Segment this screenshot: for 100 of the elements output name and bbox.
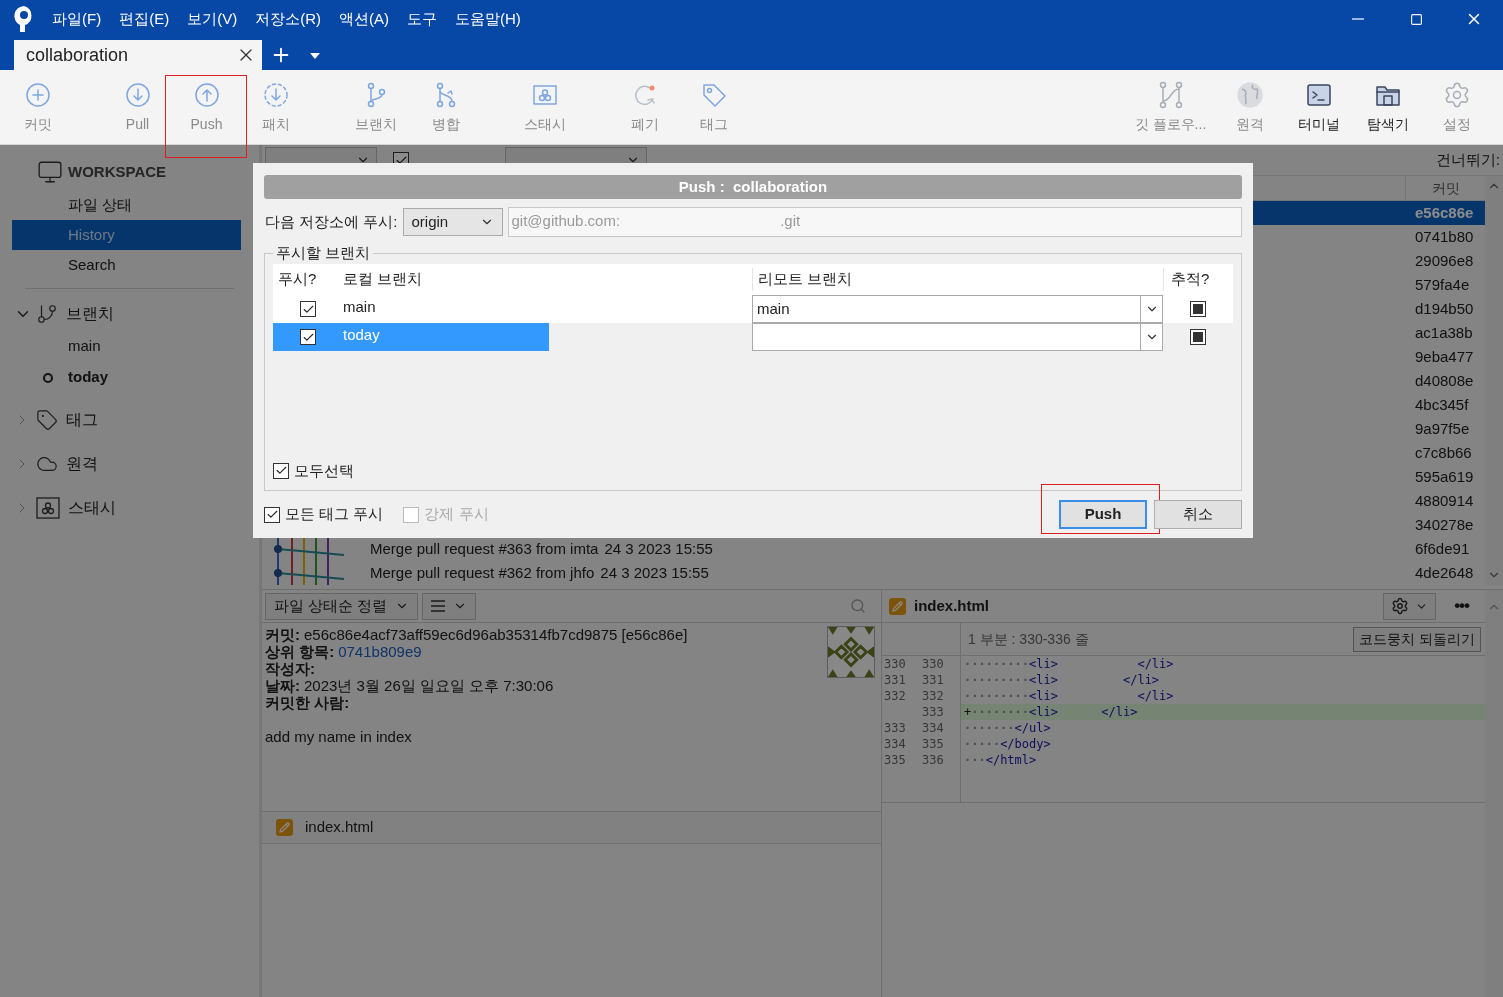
settings-dropdown[interactable] bbox=[1383, 592, 1437, 620]
dialog-title-bar: Push : collaboration bbox=[264, 175, 1242, 199]
branch-icon bbox=[36, 303, 58, 325]
settings-icon bbox=[1391, 597, 1410, 615]
commit-message: Merge pull request #363 from imta bbox=[370, 538, 599, 559]
maximize-icon bbox=[1409, 12, 1423, 26]
line-number: 334 bbox=[884, 737, 906, 751]
branch-row[interactable]: today bbox=[273, 323, 549, 351]
file-row[interactable]: index.html bbox=[262, 811, 881, 844]
sidebar-section[interactable]: 브랜치 bbox=[66, 302, 114, 326]
toolbar-button[interactable]: 탐색기 bbox=[1353, 70, 1422, 144]
commit-date: 24 3 2023 15:55 bbox=[600, 562, 709, 583]
avatar-icon bbox=[827, 626, 875, 678]
menu-item[interactable]: 저장소(R) bbox=[255, 7, 321, 31]
url-field[interactable]: git@github.com: .git bbox=[507, 207, 1242, 237]
scrollbar[interactable] bbox=[1485, 176, 1503, 585]
sidebar-section[interactable]: 스태시 bbox=[68, 496, 116, 520]
scrollbar[interactable] bbox=[1485, 590, 1503, 997]
detail-label: 커밋: bbox=[265, 626, 300, 643]
terminal-icon bbox=[1304, 81, 1333, 109]
menu-item[interactable]: 도구 bbox=[407, 7, 437, 31]
checkbox[interactable] bbox=[300, 301, 316, 317]
commit-hash: 9a97f5e bbox=[1414, 418, 1471, 439]
monitor-icon bbox=[37, 159, 63, 185]
commit-row[interactable]: Merge pull request #363 from imta 24 3 2023 15:55 6f6de91 bbox=[262, 537, 1485, 561]
line-number: 335 bbox=[884, 753, 906, 767]
checkbox[interactable] bbox=[273, 462, 289, 479]
column-header: 리모트 브랜치 bbox=[752, 268, 1163, 291]
sidebar-item[interactable]: Search bbox=[12, 250, 241, 280]
column-header: 추적? bbox=[1163, 268, 1232, 291]
checkbox[interactable] bbox=[300, 329, 316, 345]
repo-tab[interactable]: collaboration bbox=[14, 40, 262, 70]
list-icon bbox=[431, 600, 446, 612]
commit-row[interactable]: Merge pull request #362 from jhfo 24 3 2023 15:55 4de2648 bbox=[262, 561, 1485, 585]
up-arrow-circle-icon bbox=[192, 81, 221, 109]
commit-hash: 9eba477 bbox=[1414, 346, 1475, 367]
menu-item[interactable]: 액션(A) bbox=[339, 7, 389, 31]
minimize-icon bbox=[1352, 18, 1364, 20]
sidebar-section[interactable]: 태그 bbox=[66, 408, 98, 432]
more-button[interactable]: ••• bbox=[1454, 593, 1469, 619]
code-line: ·····</body> bbox=[963, 736, 1052, 752]
remote-select[interactable]: origin bbox=[402, 208, 503, 236]
remote-branch-select[interactable] bbox=[752, 323, 1163, 351]
sort-dropdown[interactable]: 파일 상태순 정렬 bbox=[265, 592, 419, 620]
branch-row[interactable]: main bbox=[273, 295, 549, 323]
line-number: 330 bbox=[922, 657, 944, 671]
line-number: 330 bbox=[884, 657, 906, 671]
detail-label: 커밋한 사람: bbox=[265, 694, 350, 711]
commit-message: add my name in index bbox=[265, 728, 413, 745]
sidebar-item[interactable]: History bbox=[12, 220, 241, 250]
group-label: 푸시할 브랜치 bbox=[273, 243, 374, 263]
commit-hash: 4de2648 bbox=[1414, 562, 1475, 583]
detail-value: 2023년 3월 26일 일요일 오후 7:30:06 bbox=[304, 677, 554, 694]
parent-link[interactable]: 0741b809e9 bbox=[338, 643, 422, 660]
branch-item[interactable]: today bbox=[68, 366, 108, 389]
commit-message: Merge pull request #362 from jhfo bbox=[370, 562, 595, 583]
menu-item[interactable]: 보기(V) bbox=[187, 7, 238, 31]
globe-icon bbox=[1235, 81, 1264, 109]
tag-icon bbox=[36, 409, 58, 431]
branch-item[interactable]: main bbox=[68, 335, 101, 358]
sidebar-item[interactable]: 파일 상태 bbox=[12, 190, 241, 220]
jump-label: 건너뛰기: bbox=[1435, 149, 1500, 170]
detail-label: 상위 항목: bbox=[265, 643, 335, 660]
remote-label: 다음 저장소에 푸시: bbox=[265, 211, 398, 232]
menu-item[interactable]: 파일(F) bbox=[52, 7, 102, 31]
line-number: 331 bbox=[884, 673, 906, 687]
toolbar-button[interactable]: 터미널 bbox=[1284, 70, 1353, 144]
remote-branch-select[interactable]: main bbox=[752, 295, 1163, 323]
line-number: 333 bbox=[922, 705, 944, 719]
diff-file-name: index.html bbox=[914, 595, 989, 616]
push-button[interactable]: Push bbox=[1059, 500, 1147, 529]
checkbox[interactable] bbox=[1189, 329, 1206, 345]
checkbox[interactable] bbox=[264, 506, 280, 523]
line-number: 331 bbox=[922, 673, 944, 687]
column-header: 푸시? bbox=[277, 269, 318, 290]
sidebar-section[interactable]: 원격 bbox=[66, 452, 98, 476]
checkbox-label: 강제 푸시 bbox=[424, 504, 489, 525]
menu-item[interactable]: 편집(E) bbox=[119, 7, 170, 31]
cancel-button[interactable]: 취소 bbox=[1154, 500, 1242, 529]
caret-icon[interactable] bbox=[310, 53, 320, 59]
revert-hunk-button[interactable]: 코드뭉치 되돌리기 bbox=[1353, 626, 1481, 652]
section-title: WORKSPACE bbox=[68, 161, 167, 182]
commit-hash: 4bc345f bbox=[1414, 394, 1470, 415]
commit-hash: 6f6de91 bbox=[1414, 538, 1471, 559]
checkbox-label: 모든 태그 푸시 bbox=[285, 504, 384, 525]
menu-item[interactable]: 도움말(H) bbox=[455, 7, 521, 31]
commit-hash: c7c8b66 bbox=[1414, 442, 1473, 463]
view-mode-dropdown[interactable] bbox=[422, 592, 477, 620]
line-number: 334 bbox=[922, 721, 944, 735]
plus-circle-icon bbox=[23, 81, 52, 109]
detail-label: 날짜: bbox=[265, 677, 300, 694]
commit-date: 24 3 2023 15:55 bbox=[604, 538, 713, 559]
line-number: 336 bbox=[922, 753, 944, 767]
line-number: 332 bbox=[884, 689, 906, 703]
checkbox[interactable] bbox=[1189, 301, 1206, 317]
code-line: ·········<li> </li> bbox=[963, 656, 1175, 672]
code-line: ·······</ul> bbox=[963, 720, 1052, 736]
checkbox-label: 모두선택 bbox=[294, 460, 354, 481]
pencil-icon bbox=[276, 819, 293, 836]
hunk-title: 1 부분 : 330-336 줄 bbox=[968, 629, 1089, 649]
